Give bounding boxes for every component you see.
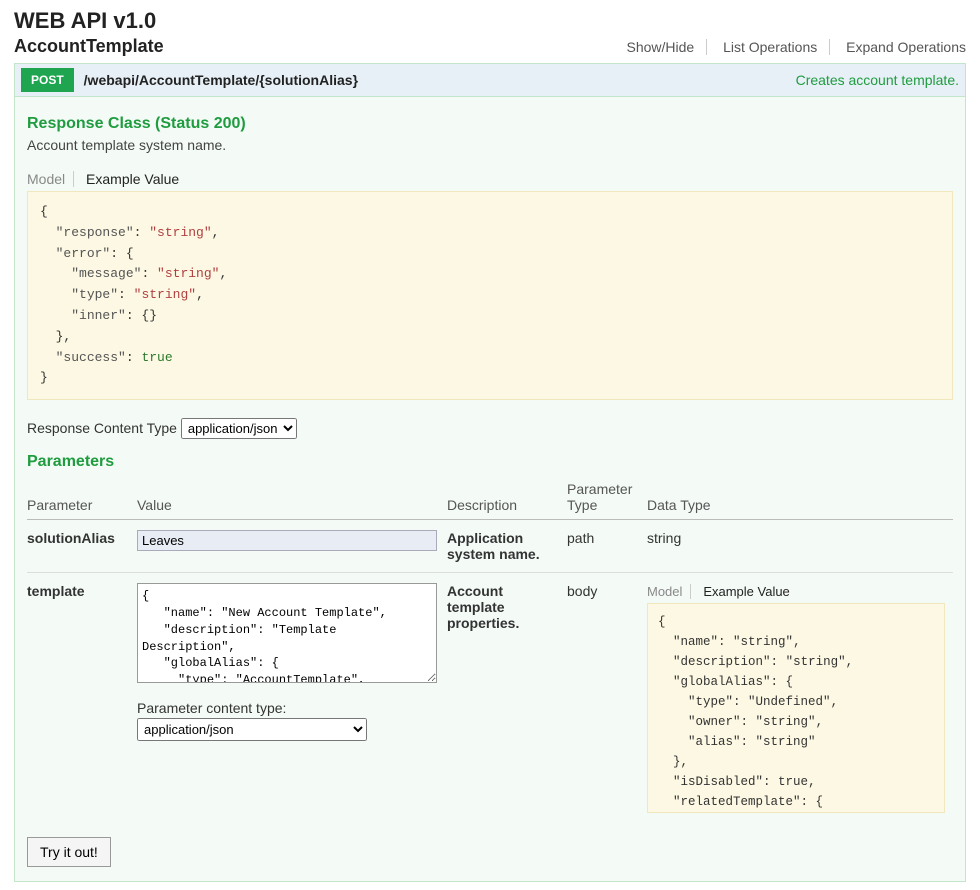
json-key: "isDisabled" (673, 775, 763, 789)
method-badge: POST (21, 68, 74, 92)
info-bar: AccountTemplate Show/Hide List Operation… (14, 36, 966, 57)
json-val: true (141, 350, 172, 365)
param-data-type-cell: Model Example Value { "name": "string", … (647, 573, 953, 824)
operation-body: Response Class (Status 200) Account temp… (14, 97, 966, 882)
tab-model[interactable]: Model (27, 171, 74, 187)
col-parameter: Parameter (27, 475, 137, 520)
json-val: "string" (134, 287, 196, 302)
json-key: "message" (71, 266, 141, 281)
list-operations-link[interactable]: List Operations (711, 39, 830, 55)
tab-model[interactable]: Model (647, 584, 691, 599)
json-key: "success" (56, 350, 126, 365)
tab-example-value[interactable]: Example Value (703, 584, 797, 599)
section-title: AccountTemplate (14, 36, 164, 57)
try-it-button[interactable]: Try it out! (27, 837, 111, 867)
operation-path: /webapi/AccountTemplate/{solutionAlias} (84, 72, 796, 88)
json-key: "type" (688, 695, 733, 709)
table-row: template Parameter content type: applica… (27, 573, 953, 824)
col-param-type: Parameter Type (567, 475, 647, 520)
json-val: "string" (149, 225, 211, 240)
param-content-type-select[interactable]: application/json (137, 718, 367, 741)
param-type: body (567, 573, 647, 824)
response-content-type-label: Response Content Type (27, 420, 177, 436)
json-key: "error" (56, 246, 111, 261)
col-data-type: Data Type (647, 475, 953, 520)
param-name: template (27, 573, 137, 824)
parameters-heading: Parameters (27, 453, 953, 471)
datatype-example-code[interactable]: { "name": "string", "description": "stri… (647, 603, 945, 813)
datatype-tabs: Model Example Value (647, 583, 945, 599)
json-val: "string" (756, 715, 816, 729)
json-key: "relatedTemplate" (673, 795, 801, 809)
page-title: WEB API v1.0 (14, 8, 966, 34)
response-content-type-row: Response Content Type application/json (27, 418, 953, 439)
operation-header[interactable]: POST /webapi/AccountTemplate/{solutionAl… (14, 63, 966, 97)
param-content-type-label: Parameter content type: (137, 700, 439, 716)
response-description: Account template system name. (27, 137, 953, 153)
param-description: Application system name. (447, 520, 567, 573)
json-key: "inner" (71, 308, 126, 323)
col-description: Description (447, 475, 567, 520)
param-type: path (567, 520, 647, 573)
tab-example-value[interactable]: Example Value (86, 171, 187, 187)
json-val: "Undefined" (748, 695, 831, 709)
json-key: "response" (56, 225, 134, 240)
template-body-input[interactable] (137, 583, 437, 683)
json-key: "alias" (688, 735, 741, 749)
json-val: true (778, 775, 808, 789)
json-key: "description" (673, 655, 771, 669)
expand-operations-link[interactable]: Expand Operations (834, 39, 966, 55)
response-example-code: { "response": "string", "error": { "mess… (27, 191, 953, 400)
json-key: "owner" (688, 715, 741, 729)
json-key: "name" (673, 635, 718, 649)
parameters-table: Parameter Value Description Parameter Ty… (27, 475, 953, 823)
response-tabs: Model Example Value (27, 171, 953, 187)
json-val: "string" (786, 655, 846, 669)
json-key: "globalAlias" (673, 675, 771, 689)
col-value: Value (137, 475, 447, 520)
show-hide-link[interactable]: Show/Hide (614, 39, 707, 55)
param-data-type: string (647, 520, 953, 573)
param-description: Account template properties. (447, 573, 567, 824)
table-row: solutionAlias Application system name. p… (27, 520, 953, 573)
actions: Show/Hide List Operations Expand Operati… (614, 39, 966, 55)
response-content-type-select[interactable]: application/json (181, 418, 297, 439)
json-key: "type" (71, 287, 118, 302)
param-name: solutionAlias (27, 520, 137, 573)
json-val: "string" (733, 635, 793, 649)
response-class-heading: Response Class (Status 200) (27, 115, 953, 133)
solution-alias-input[interactable] (137, 530, 437, 551)
operation-summary: Creates account template. (796, 72, 959, 88)
json-val: "string" (756, 735, 816, 749)
json-val: "string" (157, 266, 219, 281)
